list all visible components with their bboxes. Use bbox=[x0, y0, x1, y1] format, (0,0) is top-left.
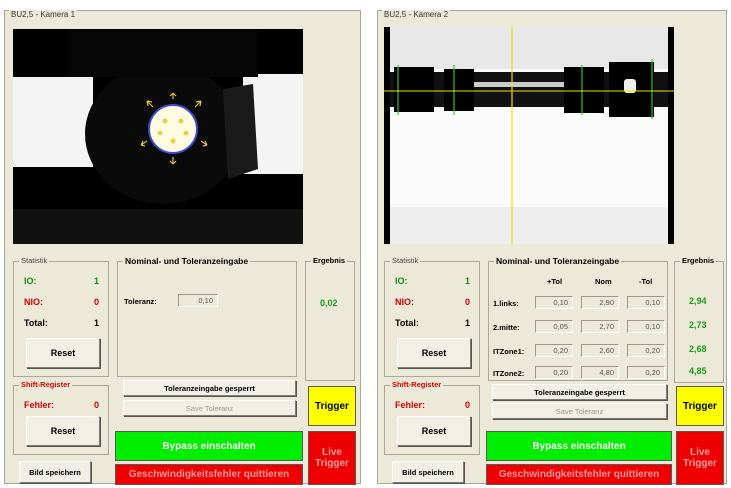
camera2-row2-plus-field[interactable]: 0,05 bbox=[535, 320, 573, 333]
camera2-toleranz-gesperrt-button[interactable]: Toleranzeingabe gesperrt bbox=[492, 384, 667, 400]
camera2-row3-minus-field[interactable]: 0,20 bbox=[627, 344, 665, 357]
camera2-row3-nom-field[interactable]: 2,60 bbox=[581, 344, 619, 357]
camera2-io-label: IO: bbox=[395, 276, 408, 286]
camera2-row1-minus-field[interactable]: 0,10 bbox=[627, 296, 665, 309]
camera2-io-value: 1 bbox=[465, 276, 471, 286]
camera2-statistik-reset-button[interactable]: Reset bbox=[397, 338, 471, 368]
camera2-panel: BU2,5 - Kamera 2 Statistik IO: 1 NIO: 0 … bbox=[377, 10, 727, 485]
camera2-nio-label: NIO: bbox=[395, 297, 414, 307]
camera2-fehler-value: 0 bbox=[465, 400, 471, 410]
camera2-trigger-button[interactable]: Trigger bbox=[676, 386, 724, 426]
camera2-nio-value: 0 bbox=[465, 297, 471, 307]
camera1-io-value: 1 bbox=[94, 276, 100, 286]
camera2-row2-nom-field[interactable]: 2,70 bbox=[581, 320, 619, 333]
camera2-live-trigger-button[interactable]: Live Trigger bbox=[676, 431, 724, 485]
camera2-statistik-title: Statistik bbox=[390, 256, 421, 266]
camera2-nominal-group: Nominal- und Toleranzeingabe +Tol Nom -T… bbox=[488, 256, 668, 381]
camera2-row1-plus-field[interactable]: 0,10 bbox=[535, 296, 573, 309]
camera1-bild-speichern-button[interactable]: Bild speichern bbox=[19, 461, 91, 483]
camera1-shift-title: Shift-Register bbox=[19, 380, 73, 390]
camera2-ergebnis-row4: 4,85 bbox=[689, 366, 707, 376]
camera1-ergebnis-group: Ergebnis 0,02 bbox=[305, 256, 355, 381]
camera2-total-label: Total: bbox=[395, 318, 419, 328]
camera1-image bbox=[13, 29, 303, 244]
camera2-image bbox=[384, 27, 674, 244]
camera2-row1-label: 1.links: bbox=[493, 299, 519, 308]
camera2-row4-plus-field[interactable]: 0,20 bbox=[535, 366, 573, 379]
camera1-nominal-group: Nominal- und Toleranzeingabe Toleranz: 0… bbox=[117, 256, 297, 377]
camera1-fehler-label: Fehler: bbox=[24, 400, 55, 410]
camera1-live-trigger-button[interactable]: Live Trigger bbox=[308, 431, 356, 485]
camera1-ergebnis-title: Ergebnis bbox=[311, 256, 348, 266]
camera2-ergebnis-title: Ergebnis bbox=[680, 256, 717, 266]
camera1-title: BU2,5 - Kamera 1 bbox=[9, 10, 78, 20]
camera1-total-label: Total: bbox=[24, 318, 48, 328]
camera1-statistik-group: Statistik IO: 1 NIO: 0 Total: 1 Reset bbox=[13, 256, 109, 377]
camera2-row2-label: 2.mitte: bbox=[493, 323, 520, 332]
camera1-panel: BU2,5 - Kamera 1 Statistik IO: 1 NIO: 0 … bbox=[4, 10, 361, 485]
camera1-statistik-reset-button[interactable]: Reset bbox=[26, 338, 100, 368]
camera2-save-toleranz-button[interactable]: Save Toleranz bbox=[492, 403, 667, 419]
camera2-ergebnis-group: Ergebnis 2,94 2,73 2,68 4,85 bbox=[674, 256, 724, 383]
camera2-row3-label: ITZone1: bbox=[493, 347, 525, 356]
camera2-ergebnis-row1: 2,94 bbox=[689, 296, 707, 306]
camera1-shift-reset-button[interactable]: Reset bbox=[26, 416, 100, 446]
camera2-geschwindigkeitsfehler-button[interactable]: Geschwindigkeitsfehler quittieren bbox=[486, 464, 672, 485]
camera2-ergebnis-row2: 2,73 bbox=[689, 320, 707, 330]
camera2-fehler-label: Fehler: bbox=[395, 400, 426, 410]
camera1-geschwindigkeitsfehler-button[interactable]: Geschwindigkeitsfehler quittieren bbox=[115, 464, 303, 485]
camera1-toleranz-gesperrt-button[interactable]: Toleranzeingabe gesperrt bbox=[123, 380, 296, 396]
camera1-statistik-title: Statistik bbox=[19, 256, 50, 266]
camera2-shift-group: Shift-Register Fehler: 0 Reset bbox=[384, 380, 480, 455]
camera1-bypass-button[interactable]: Bypass einschalten bbox=[115, 431, 303, 461]
camera2-bypass-button[interactable]: Bypass einschalten bbox=[486, 431, 672, 461]
camera2-shift-title: Shift-Register bbox=[390, 380, 444, 390]
camera1-ergebnis-value: 0,02 bbox=[320, 298, 338, 308]
camera2-shift-reset-button[interactable]: Reset bbox=[397, 416, 471, 446]
camera2-col-minus-tol: -Tol bbox=[639, 277, 653, 286]
camera2-statistik-group: Statistik IO: 1 NIO: 0 Total: 1 Reset bbox=[384, 256, 480, 377]
camera2-title: BU2,5 - Kamera 2 bbox=[382, 10, 451, 20]
camera1-shift-group: Shift-Register Fehler: 0 Reset bbox=[13, 380, 109, 455]
camera1-nominal-title: Nominal- und Toleranzeingabe bbox=[123, 256, 251, 266]
camera2-row3-plus-field[interactable]: 0,20 bbox=[535, 344, 573, 357]
camera2-total-value: 1 bbox=[465, 318, 471, 328]
camera2-row2-minus-field[interactable]: 0,10 bbox=[627, 320, 665, 333]
camera2-ergebnis-row3: 2,68 bbox=[689, 344, 707, 354]
camera1-fehler-value: 0 bbox=[94, 400, 100, 410]
camera2-nominal-title: Nominal- und Toleranzeingabe bbox=[494, 256, 622, 266]
camera1-nio-label: NIO: bbox=[24, 297, 43, 307]
camera2-col-nom: Nom bbox=[595, 277, 612, 286]
camera2-row4-minus-field[interactable]: 0,20 bbox=[627, 366, 665, 379]
camera1-save-toleranz-button[interactable]: Save Toleranz bbox=[123, 400, 296, 416]
camera1-total-value: 1 bbox=[94, 318, 100, 328]
camera2-col-plus-tol: +Tol bbox=[547, 277, 563, 286]
camera1-io-label: IO: bbox=[24, 276, 37, 286]
camera1-nio-value: 0 bbox=[94, 297, 100, 307]
camera1-toleranz-field[interactable]: 0,10 bbox=[178, 294, 218, 307]
camera2-row4-label: ITZone2: bbox=[493, 369, 525, 378]
camera2-row4-nom-field[interactable]: 4,80 bbox=[581, 366, 619, 379]
camera2-row1-nom-field[interactable]: 2,90 bbox=[581, 296, 619, 309]
camera2-bild-speichern-button[interactable]: Bild speichern bbox=[392, 461, 464, 483]
camera1-trigger-button[interactable]: Trigger bbox=[308, 386, 356, 426]
camera1-toleranz-label: Toleranz: bbox=[124, 297, 157, 306]
